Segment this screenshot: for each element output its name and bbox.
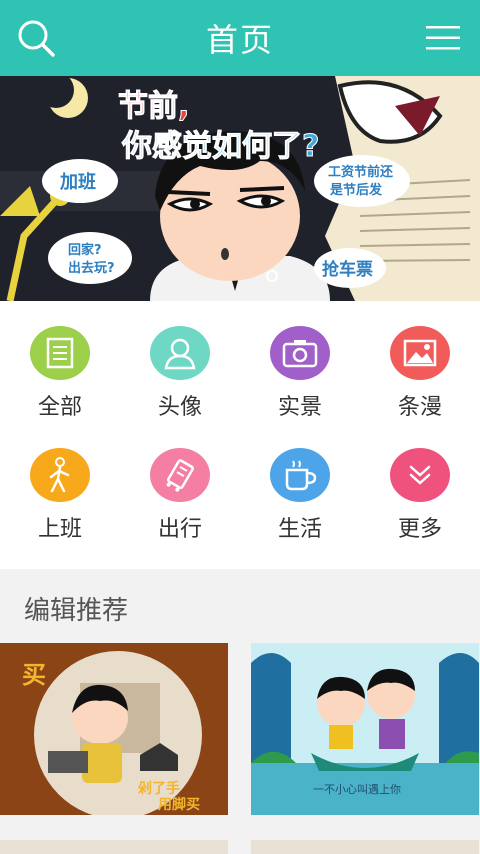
banner-carousel[interactable]: 节前, 你感觉如何了? 加班 回家? 出去玩? 工资节前还 是节后发 抢车票 xyxy=(0,76,480,301)
category-life[interactable]: 生活 xyxy=(240,423,360,543)
menu-icon[interactable] xyxy=(426,24,460,52)
category-label: 出行 xyxy=(157,517,202,542)
category-label: 实景 xyxy=(277,395,322,420)
category-label: 头像 xyxy=(157,395,202,420)
banner-headline-2: 你感觉如何了? xyxy=(121,129,319,164)
category-work[interactable]: 上班 xyxy=(0,423,120,543)
category-scene[interactable]: 实景 xyxy=(240,301,360,421)
category-all[interactable]: 全部 xyxy=(0,301,120,421)
recommend-card-partial[interactable] xyxy=(251,840,479,854)
bubble-ticket: 抢车票 xyxy=(322,259,373,280)
section-title: 编辑推荐 xyxy=(24,596,129,626)
recommend-card-partial[interactable] xyxy=(0,840,228,854)
bubble-overtime: 加班 xyxy=(59,172,96,193)
bubble-salary-2: 是节后发 xyxy=(329,182,383,198)
image-icon xyxy=(390,326,450,380)
card-caption-3: 用脚买 xyxy=(158,797,200,813)
bubble-home-1: 回家? xyxy=(68,242,102,258)
page-title: 首页 xyxy=(205,21,274,59)
person-icon xyxy=(150,326,210,380)
walking-icon xyxy=(30,448,90,502)
category-label: 全部 xyxy=(37,395,82,420)
recommend-image: 一不小心叫遇上你 xyxy=(251,643,479,815)
card-caption-1: 一不小心叫遇上你 xyxy=(313,783,401,796)
bubble-salary-1: 工资节前还 xyxy=(328,164,394,180)
cup-icon xyxy=(270,448,330,502)
chevron-down-icon xyxy=(390,448,450,502)
category-label: 上班 xyxy=(37,517,82,542)
category-travel[interactable]: 出行 xyxy=(120,423,240,543)
category-label: 生活 xyxy=(277,517,322,542)
luggage-icon xyxy=(150,448,210,502)
category-more[interactable]: 更多 xyxy=(360,423,480,543)
camera-icon xyxy=(270,326,330,380)
top-bar: 首页 xyxy=(0,0,480,76)
card-caption-1: 买 xyxy=(22,661,46,689)
card-caption-2: 剁了手 xyxy=(138,780,180,797)
recommend-image: 买 剁了手 用脚买 xyxy=(0,643,228,815)
search-icon[interactable] xyxy=(16,18,56,58)
category-comic[interactable]: 条漫 xyxy=(360,301,480,421)
list-icon xyxy=(30,326,90,380)
category-avatar[interactable]: 头像 xyxy=(120,301,240,421)
recommend-card[interactable]: 一不小心叫遇上你 xyxy=(251,643,479,815)
category-label: 更多 xyxy=(397,517,442,542)
banner-headline-1: 节前, xyxy=(118,89,189,124)
category-grid: 全部 头像 实景 条漫 上班 出行 生活 更多 xyxy=(0,301,480,569)
recommend-card[interactable]: 买 剁了手 用脚买 xyxy=(0,643,228,815)
category-label: 条漫 xyxy=(397,395,442,420)
banner-illustration: 节前, 你感觉如何了? 加班 回家? 出去玩? 工资节前还 是节后发 抢车票 xyxy=(0,76,480,301)
bubble-home-2: 出去玩? xyxy=(68,260,115,276)
